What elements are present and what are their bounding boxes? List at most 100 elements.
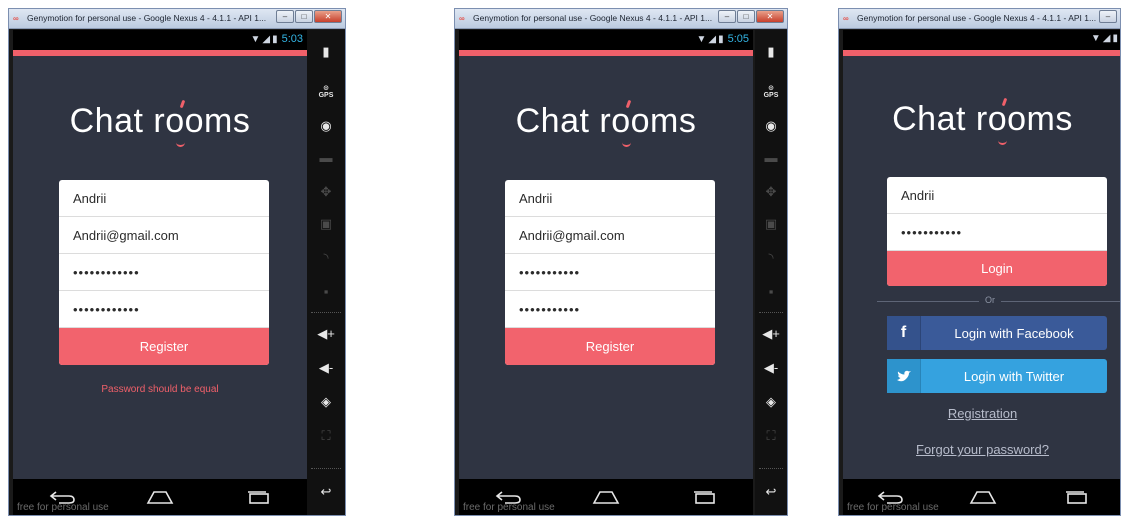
username-input[interactable]: Andrii <box>887 177 1107 214</box>
home-icon[interactable] <box>142 485 178 509</box>
twitter-icon <box>887 359 921 393</box>
dpad-icon[interactable]: ✥ <box>307 184 345 200</box>
name-input[interactable]: Andrii <box>59 180 269 217</box>
close-button[interactable]: ✕ <box>314 10 342 23</box>
window-title: Genymotion for personal use - Google Nex… <box>473 13 713 23</box>
gps-icon[interactable]: ⊙ GPS <box>307 84 345 99</box>
sms-icon[interactable]: ▪ <box>307 284 345 299</box>
watermark-text: free for personal use <box>17 502 109 513</box>
gps-icon[interactable]: ⊙ GPS <box>755 84 787 99</box>
watermark-text: free for personal use <box>463 502 555 513</box>
window-title: Genymotion for personal use - Google Nex… <box>857 13 1097 23</box>
volume-down-icon[interactable]: ◀- <box>755 360 787 376</box>
password-input[interactable]: ••••••••••• <box>887 214 1107 251</box>
minimize-button[interactable]: – <box>1099 10 1117 23</box>
app-logo: Chat rooms <box>843 97 1120 145</box>
rss-icon[interactable]: ◝ <box>307 250 345 266</box>
or-label: Or <box>985 295 995 305</box>
device-screen: ▼ ◢ ▮ Chat rooms Andrii ••••••••••• Logi… <box>843 30 1120 515</box>
password-error-message: Password should be equal <box>101 384 219 395</box>
back-icon[interactable]: ↩ <box>307 484 345 500</box>
battery-icon[interactable]: ▮ <box>307 44 345 60</box>
register-button[interactable]: Register <box>59 328 269 365</box>
status-time: 5:05 <box>727 33 749 45</box>
emulator-window-2: ∞ Genymotion for personal use - Google N… <box>454 8 788 516</box>
app-logo-text: Chat rooms <box>69 102 251 140</box>
maximize-button[interactable]: □ <box>295 10 313 23</box>
battery-icon[interactable]: ▮ <box>755 44 787 60</box>
close-button[interactable]: ✕ <box>756 10 784 23</box>
register-form: Andrii Andrii@gmail.com •••••••••••• •••… <box>59 180 269 365</box>
status-time: 5:03 <box>281 33 303 45</box>
signal-icon: ◢ <box>1102 33 1111 44</box>
recent-apps-icon[interactable] <box>240 485 276 509</box>
rotate-icon[interactable]: ◈ <box>755 394 787 410</box>
window-titlebar[interactable]: ∞ Genymotion for personal use - Google N… <box>839 9 1120 29</box>
resize-icon[interactable]: ⛶ <box>307 428 345 444</box>
toolbar-separator <box>759 312 783 313</box>
login-twitter-button[interactable]: Login with Twitter <box>887 359 1107 393</box>
device-screen: ▼ ◢ ▮ 5:05 Chat rooms Andrii Andrii@gmai… <box>459 30 753 515</box>
app-logo-text: Chat rooms <box>515 102 697 140</box>
device-screen: ▼ ◢ ▮ 5:03 Chat rooms Andrii Andrii@gmai… <box>13 30 307 515</box>
resize-icon[interactable]: ⛶ <box>755 428 787 444</box>
twitter-button-label: Login with Twitter <box>963 368 1065 384</box>
maximize-button[interactable]: □ <box>737 10 755 23</box>
password-input[interactable]: ••••••••••• <box>505 254 715 291</box>
recent-apps-icon[interactable] <box>686 485 722 509</box>
minimize-button[interactable]: – <box>718 10 736 23</box>
sms-icon[interactable]: ▪ <box>755 284 787 299</box>
login-facebook-button[interactable]: f Login with Facebook <box>887 316 1107 350</box>
logo-smile-mark <box>621 142 631 147</box>
accent-bar <box>459 50 753 56</box>
app-logo-text: Chat rooms <box>892 100 1073 138</box>
wifi-icon: ▼ <box>1090 33 1101 44</box>
remote-control-icon[interactable]: ▬ <box>307 150 345 165</box>
registration-link[interactable]: Registration <box>843 406 1120 421</box>
genymotion-toolbar: ▮ ⊙ GPS ◉ ▬ ✥ ▣ ◝ ▪ ◀+ ◀- ◈ ⛶ ↩ <box>307 30 345 515</box>
dpad-icon[interactable]: ✥ <box>755 184 787 200</box>
minimize-button[interactable]: – <box>276 10 294 23</box>
recent-apps-icon[interactable] <box>1058 485 1094 509</box>
register-button[interactable]: Register <box>505 328 715 365</box>
battery-status-icon: ▮ <box>718 33 724 45</box>
wifi-icon: ▼ <box>250 33 261 45</box>
home-icon[interactable] <box>965 485 1001 509</box>
email-input[interactable]: Andrii@gmail.com <box>59 217 269 254</box>
facebook-button-label: Login with Facebook <box>954 325 1074 341</box>
forgot-password-link[interactable]: Forgot your password? <box>843 442 1120 457</box>
signal-icon: ◢ <box>708 33 717 45</box>
app-logo: Chat rooms <box>13 99 307 147</box>
password-input[interactable]: •••••••••••• <box>59 254 269 291</box>
status-bar: ▼ ◢ ▮ 5:05 <box>459 30 753 50</box>
name-input[interactable]: Andrii <box>505 180 715 217</box>
camera-icon[interactable]: ◉ <box>755 118 787 134</box>
login-form: Andrii ••••••••••• Login <box>887 177 1107 286</box>
watermark-text: free for personal use <box>847 502 939 513</box>
login-button[interactable]: Login <box>887 251 1107 286</box>
rss-icon[interactable]: ◝ <box>755 250 787 266</box>
home-icon[interactable] <box>588 485 624 509</box>
window-titlebar[interactable]: ∞ Genymotion for personal use - Google N… <box>9 9 345 29</box>
id-icon[interactable]: ▣ <box>755 216 787 232</box>
or-divider: Or <box>877 295 1120 307</box>
emulator-window-1: ∞ Genymotion for personal use - Google N… <box>8 8 346 516</box>
volume-up-icon[interactable]: ◀+ <box>307 326 345 342</box>
remote-control-icon[interactable]: ▬ <box>755 150 787 165</box>
confirm-password-input[interactable]: ••••••••••• <box>505 291 715 328</box>
facebook-icon: f <box>887 316 921 350</box>
confirm-password-input[interactable]: •••••••••••• <box>59 291 269 328</box>
volume-up-icon[interactable]: ◀+ <box>755 326 787 342</box>
camera-icon[interactable]: ◉ <box>307 118 345 134</box>
emulator-window-3: ∞ Genymotion for personal use - Google N… <box>838 8 1121 516</box>
back-icon[interactable]: ↩ <box>755 484 787 500</box>
genymotion-logo-icon: ∞ <box>459 14 465 23</box>
rotate-icon[interactable]: ◈ <box>307 394 345 410</box>
volume-down-icon[interactable]: ◀- <box>307 360 345 376</box>
genymotion-toolbar: ▮ ⊙ GPS ◉ ▬ ✥ ▣ ◝ ▪ ◀+ ◀- ◈ ⛶ ↩ <box>755 30 787 515</box>
window-titlebar[interactable]: ∞ Genymotion for personal use - Google N… <box>455 9 787 29</box>
status-bar: ▼ ◢ ▮ 5:03 <box>13 30 307 50</box>
accent-bar <box>843 50 1120 56</box>
email-input[interactable]: Andrii@gmail.com <box>505 217 715 254</box>
id-icon[interactable]: ▣ <box>307 216 345 232</box>
